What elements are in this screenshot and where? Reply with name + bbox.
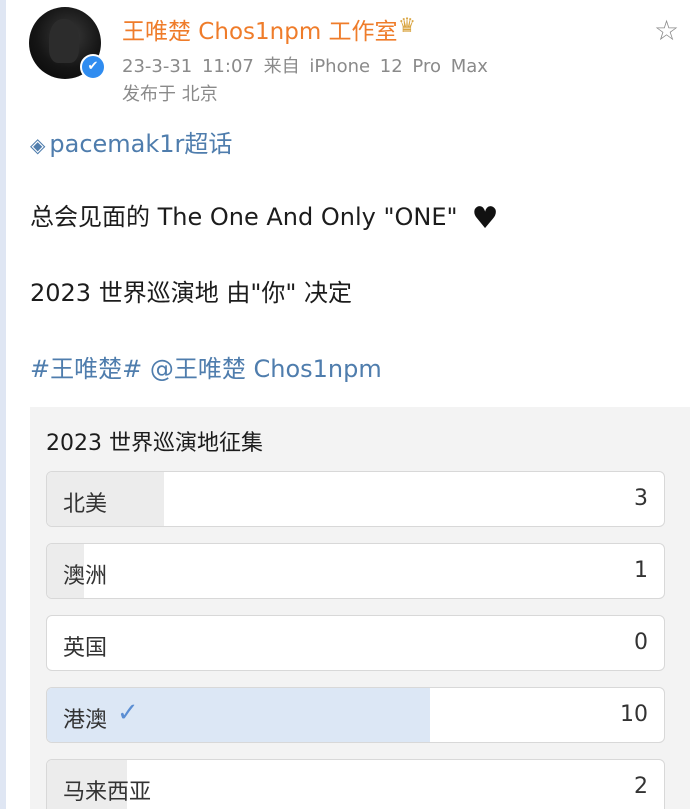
poll-title: 2023 世界巡演地征集 xyxy=(46,431,263,456)
poll-option-uk[interactable]: 英国 0 xyxy=(46,615,665,671)
poll-option-count: 2 xyxy=(634,774,648,799)
poll-option-count: 0 xyxy=(634,630,648,655)
poll-option-hk-macau[interactable]: 港澳 ✓ 10 xyxy=(46,687,665,743)
poll-option-label: 马来西亚 xyxy=(63,780,152,805)
avatar-figure xyxy=(49,19,79,63)
poll-option-north-america[interactable]: 北美 3 xyxy=(46,471,665,527)
author-name[interactable]: 王唯楚 Chos1npm 工作室 xyxy=(122,12,398,46)
verified-badge-icon: ✔ xyxy=(80,54,106,80)
poll-card: 2023 世界巡演地征集 北美 3 澳洲 1 英国 0 港澳 ✓ 10 马来西亚… xyxy=(30,407,690,809)
super-topic-label: pacemak1r超话 xyxy=(49,130,233,158)
weibo-post-card: ✔ 王唯楚 Chos1npm 工作室 ♛ ☆ 23-3-31 11:07 来自 … xyxy=(6,0,690,809)
poll-option-malaysia[interactable]: 马来西亚 2 xyxy=(46,759,665,809)
post-text-line-2: 2023 世界巡演地 由"你" 决定 xyxy=(30,279,353,307)
poll-option-label: 北美 xyxy=(63,492,108,517)
poll-option-count: 1 xyxy=(634,558,648,583)
poll-option-australia[interactable]: 澳洲 1 xyxy=(46,543,665,599)
favorite-star-icon[interactable]: ☆ xyxy=(654,14,679,47)
post-location: 发布于 北京 xyxy=(122,84,218,105)
voted-check-icon: ✓ xyxy=(117,698,139,728)
post-meta: 23-3-31 11:07 来自 iPhone 12 Pro Max xyxy=(122,52,488,78)
post-source: 来自 iPhone 12 Pro Max xyxy=(263,56,488,77)
hashtag-mention-links[interactable]: #王唯楚# @王唯楚 Chos1npm xyxy=(30,349,382,384)
post-text-line-1-label: 总会见面的 The One And Only "ONE" xyxy=(30,203,458,231)
poll-option-count: 3 xyxy=(634,486,648,511)
diamond-icon: ◈ xyxy=(30,133,46,157)
poll-option-count: 10 xyxy=(620,702,648,727)
poll-option-label: 英国 xyxy=(63,636,108,661)
black-heart-icon: ♥ xyxy=(471,201,499,236)
poll-option-label: 港澳 xyxy=(63,708,108,733)
super-topic-link[interactable]: ◈ pacemak1r超话 xyxy=(30,124,232,159)
crown-icon: ♛ xyxy=(398,13,416,37)
post-timestamp: 23-3-31 11:07 xyxy=(122,56,254,77)
post-text-line-1: 总会见面的 The One And Only "ONE" ♥ xyxy=(30,197,498,236)
poll-option-label: 澳洲 xyxy=(63,564,108,589)
